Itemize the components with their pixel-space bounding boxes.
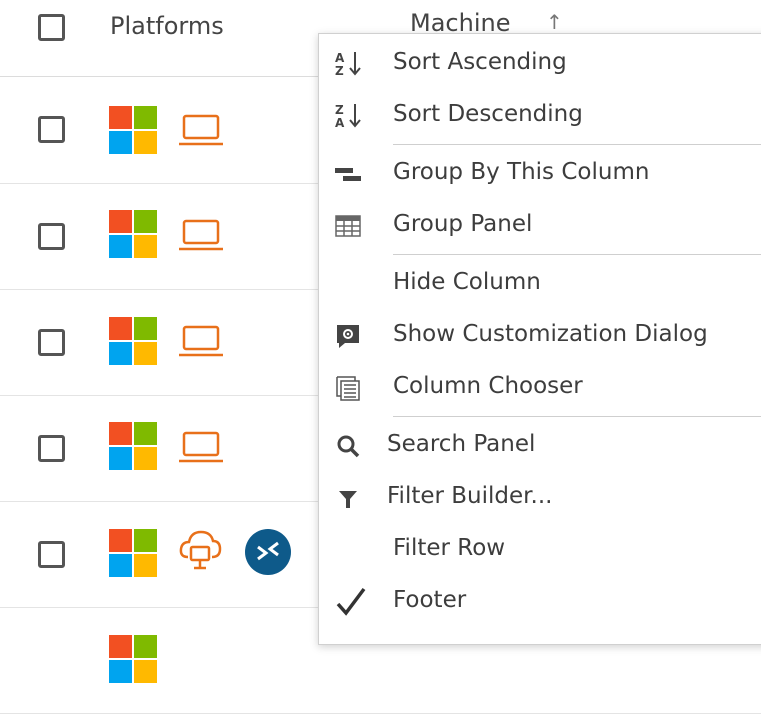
column-context-menu: A Z Sort Ascending Z A Sort Descending G… [318, 33, 761, 645]
menu-item-group-by-column[interactable]: Group By This Column [319, 148, 761, 200]
menu-item-label: Filter Row [393, 535, 506, 561]
cloud-desktop-icon [179, 530, 222, 570]
group-panel-icon [335, 215, 361, 237]
menu-item-filter-builder[interactable]: Filter Builder... [319, 472, 761, 524]
menu-item-column-chooser[interactable]: Column Chooser [319, 362, 761, 414]
menu-item-show-customization-dialog[interactable]: Show Customization Dialog [319, 310, 761, 362]
column-chooser-icon [336, 376, 360, 401]
search-icon [337, 435, 360, 458]
windows-logo-icon [109, 529, 157, 577]
sort-ascending-icon: A Z [335, 51, 361, 78]
filter-icon [339, 491, 357, 508]
menu-item-label: Sort Ascending [393, 49, 567, 75]
customization-dialog-icon [337, 325, 359, 348]
sort-descending-icon: Z A [335, 103, 361, 130]
windows-logo-icon [109, 106, 157, 154]
svg-text:A: A [335, 116, 345, 130]
checkmark-icon [336, 587, 366, 616]
laptop-icon [179, 325, 223, 357]
menu-item-filter-row[interactable]: Filter Row [319, 524, 761, 576]
windows-logo-icon [109, 210, 157, 258]
row-checkbox[interactable] [38, 223, 65, 250]
menu-item-label: Search Panel [387, 431, 536, 457]
column-header-platforms[interactable]: Platforms [110, 12, 224, 40]
laptop-icon [179, 114, 223, 146]
menu-separator [393, 416, 761, 417]
svg-text:Z: Z [335, 64, 344, 78]
row-checkbox[interactable] [38, 329, 65, 356]
select-all-checkbox[interactable] [38, 14, 65, 41]
menu-item-footer[interactable]: Footer [319, 576, 761, 628]
menu-item-label: Filter Builder... [387, 483, 553, 509]
windows-logo-icon [109, 422, 157, 470]
menu-item-sort-descending[interactable]: Z A Sort Descending [319, 90, 761, 142]
laptop-icon [179, 431, 223, 463]
menu-item-hide-column[interactable]: Hide Column [319, 258, 761, 310]
remote-desktop-icon[interactable] [244, 528, 292, 576]
menu-separator [393, 254, 761, 255]
menu-item-label: Sort Descending [393, 101, 583, 127]
menu-item-group-panel[interactable]: Group Panel [319, 200, 761, 252]
menu-item-label: Hide Column [393, 269, 541, 295]
menu-item-label: Group By This Column [393, 159, 650, 185]
menu-item-sort-ascending[interactable]: A Z Sort Ascending [319, 38, 761, 90]
menu-item-label: Show Customization Dialog [393, 321, 708, 347]
laptop-icon [179, 219, 223, 251]
svg-text:A: A [335, 51, 345, 65]
menu-separator [393, 144, 761, 145]
row-checkbox[interactable] [38, 541, 65, 568]
menu-item-label: Footer [393, 587, 467, 613]
windows-logo-icon [109, 635, 157, 683]
menu-item-label: Group Panel [393, 211, 533, 237]
row-checkbox[interactable] [38, 116, 65, 143]
menu-item-label: Column Chooser [393, 373, 583, 399]
sort-ascending-indicator-icon: ↑ [546, 10, 563, 34]
row-checkbox[interactable] [38, 435, 65, 462]
svg-text:Z: Z [335, 103, 344, 117]
windows-logo-icon [109, 317, 157, 365]
menu-item-search-panel[interactable]: Search Panel [319, 420, 761, 472]
group-by-icon [335, 168, 361, 181]
